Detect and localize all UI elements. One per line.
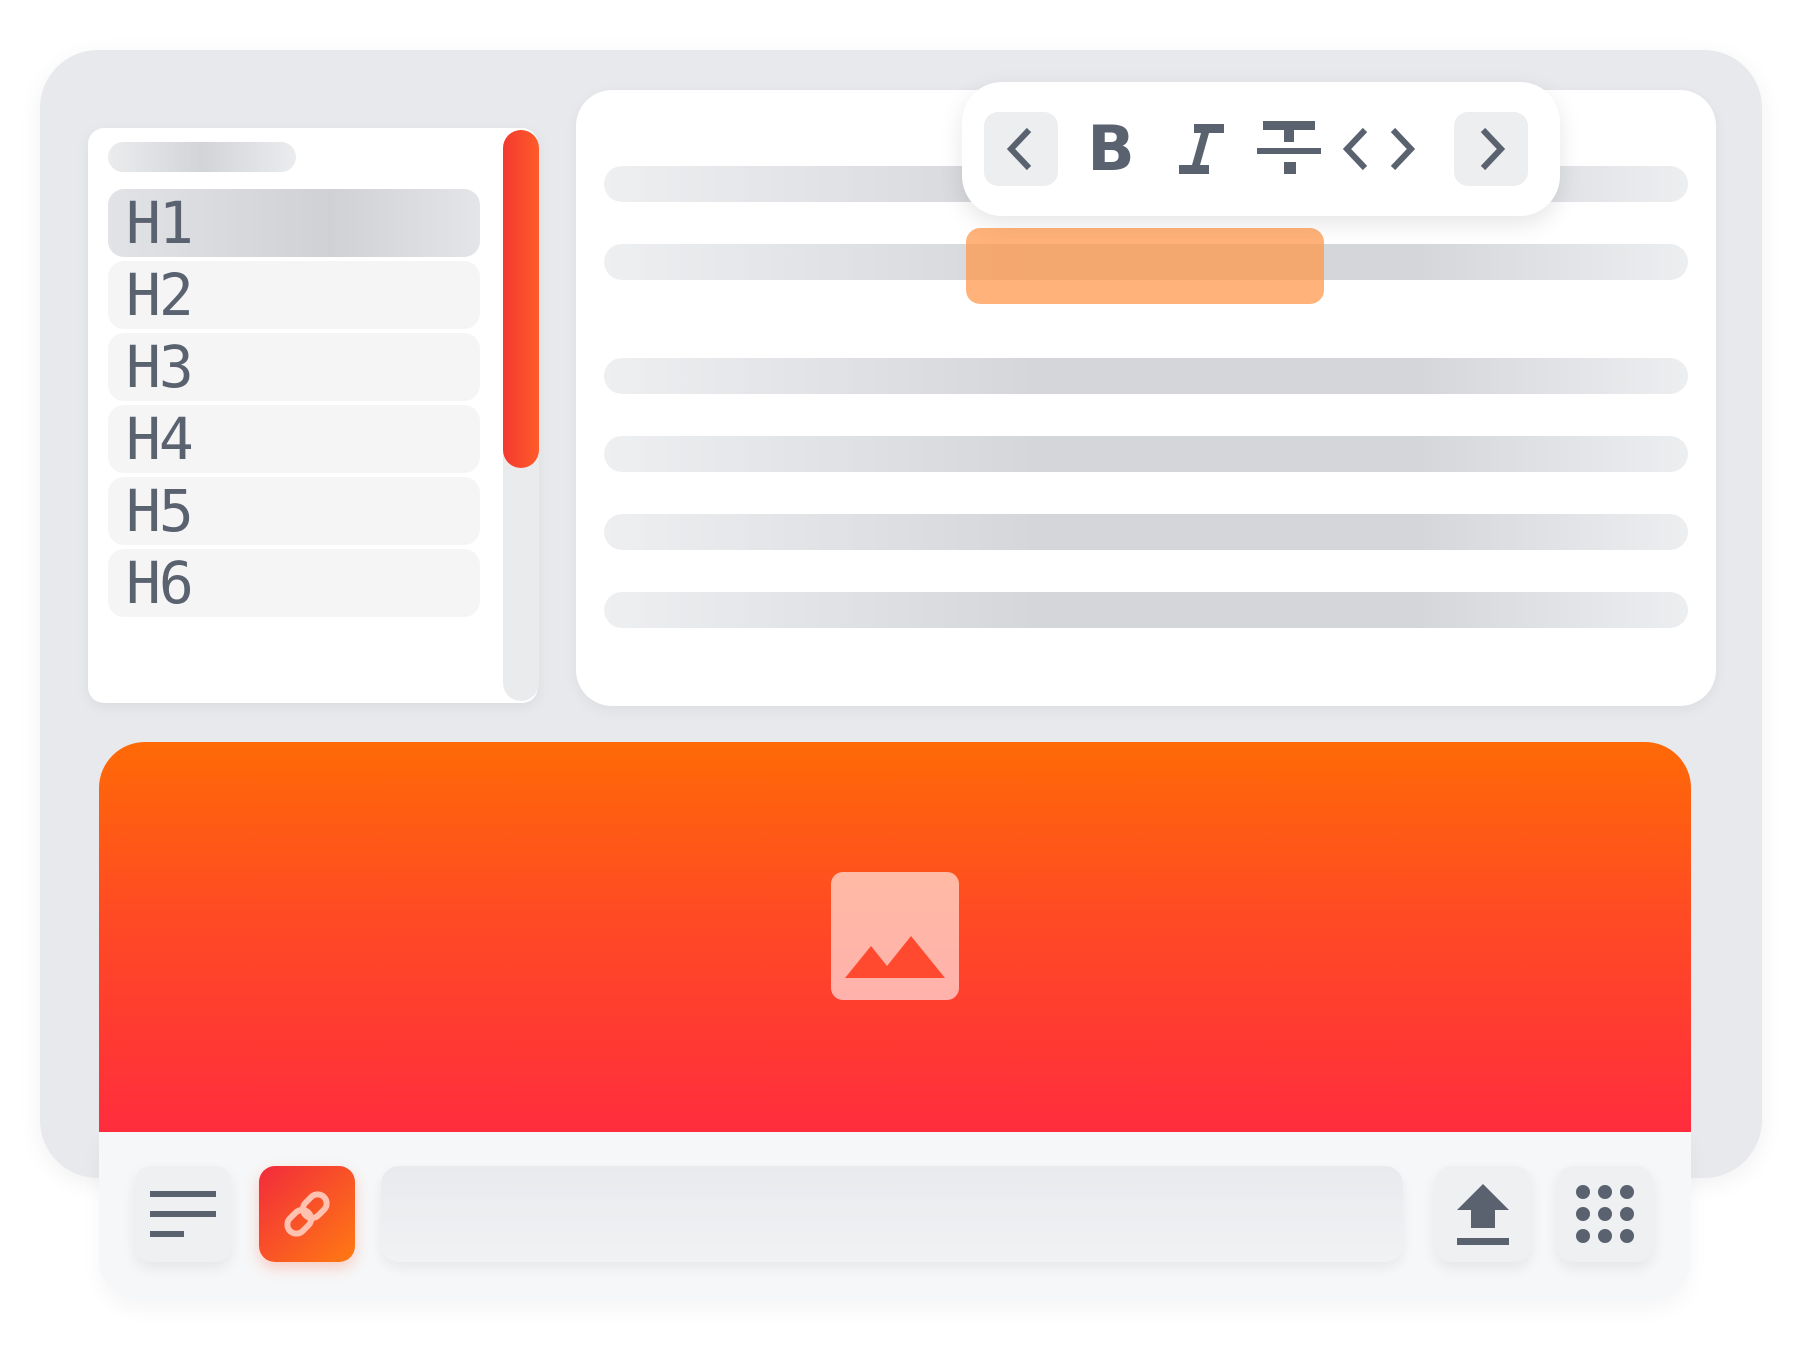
link-button[interactable] — [259, 1166, 355, 1262]
strikethrough-icon — [1257, 121, 1321, 174]
next-button[interactable] — [1454, 112, 1528, 186]
chevron-right-icon — [1480, 127, 1506, 171]
heading-option-h4[interactable]: H4 — [108, 405, 480, 473]
heading-style-panel: H1 H2 H3 H4 H5 H6 — [88, 128, 539, 703]
bold-button[interactable]: B — [1074, 112, 1148, 186]
heading-option-label: H6 — [126, 549, 194, 617]
upload-icon — [1457, 1184, 1509, 1245]
heading-option-label: H1 — [126, 189, 194, 257]
text-line — [604, 358, 1688, 394]
text-align-icon — [150, 1191, 216, 1237]
text-line — [604, 436, 1688, 472]
italic-icon — [1179, 124, 1224, 174]
italic-button[interactable] — [1164, 112, 1238, 186]
bold-icon: B — [1087, 112, 1135, 185]
heading-option-label: H4 — [126, 405, 194, 473]
chevron-left-icon — [1006, 127, 1032, 171]
heading-option-label: H5 — [126, 477, 194, 545]
bottom-toolbar — [99, 1132, 1691, 1300]
scrollbar-thumb[interactable] — [503, 130, 539, 468]
mountain-icon — [845, 936, 945, 978]
upload-button[interactable] — [1435, 1166, 1531, 1262]
text-line — [604, 592, 1688, 628]
grid-dots-icon — [1576, 1185, 1634, 1243]
heading-option-h1[interactable]: H1 — [108, 189, 480, 257]
heading-option-label: H2 — [126, 261, 194, 329]
strikethrough-button[interactable] — [1252, 112, 1326, 186]
image-banner[interactable] — [99, 742, 1691, 1132]
heading-option-label: H3 — [126, 333, 194, 401]
inline-format-toolbar: B — [962, 82, 1560, 216]
text-selection-highlight — [966, 228, 1324, 304]
heading-option-h6[interactable]: H6 — [108, 549, 480, 617]
code-icon — [1342, 127, 1416, 171]
panel-title-placeholder — [108, 142, 296, 172]
previous-button[interactable] — [984, 112, 1058, 186]
align-button[interactable] — [135, 1166, 231, 1262]
heading-option-h3[interactable]: H3 — [108, 333, 480, 401]
link-icon — [284, 1191, 330, 1237]
image-icon — [831, 872, 959, 1000]
heading-option-h2[interactable]: H2 — [108, 261, 480, 329]
scrollbar-track[interactable] — [503, 130, 539, 701]
code-button[interactable] — [1338, 112, 1420, 186]
text-line — [604, 514, 1688, 550]
apps-button[interactable] — [1557, 1166, 1653, 1262]
url-input[interactable] — [381, 1166, 1403, 1262]
heading-option-h5[interactable]: H5 — [108, 477, 480, 545]
